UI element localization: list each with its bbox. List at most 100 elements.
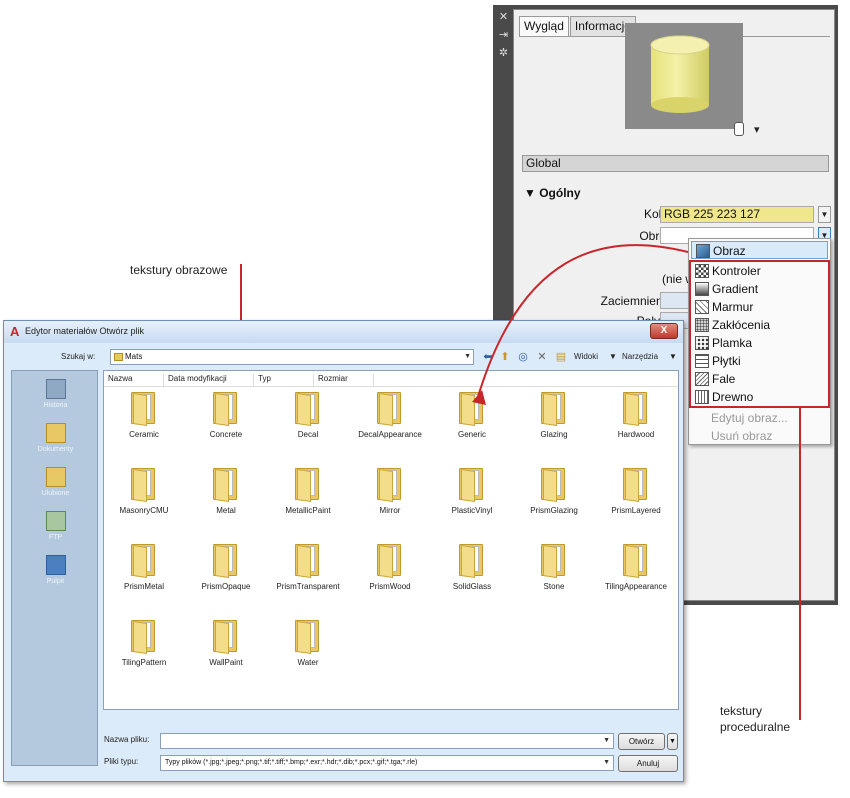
preview-shape-button[interactable]	[734, 122, 744, 136]
menu-item-marmur[interactable]: Marmur	[691, 298, 828, 316]
folder-item[interactable]: PrismGlazing	[514, 465, 594, 521]
place-pulpit[interactable]: Pulpit	[12, 555, 99, 585]
column-nazwa[interactable]: Nazwa	[104, 374, 164, 387]
views-chevron-icon[interactable]: ▼	[609, 352, 617, 361]
place-ulubione[interactable]: Ulubione	[12, 467, 99, 497]
tiles-icon	[695, 354, 709, 368]
section-ogolny[interactable]: ▼ Ogólny	[524, 186, 581, 200]
zaciemnienie-label: Zaciemnienie	[600, 294, 672, 308]
folder-item[interactable]: Ceramic	[104, 389, 184, 445]
cancel-button[interactable]: Anuluj	[618, 755, 678, 772]
file-list: Nazwa Data modyfikacji Typ Rozmiar Ceram…	[103, 370, 679, 710]
column-rozmiar[interactable]: Rozmiar	[314, 374, 374, 387]
folder-icon	[129, 465, 159, 502]
folder-item[interactable]: MasonryCMU	[104, 465, 184, 521]
folder-icon	[375, 389, 405, 426]
place-ftp[interactable]: FTP	[12, 511, 99, 541]
up-folder-icon[interactable]: ⬆	[499, 351, 511, 363]
column-typ[interactable]: Typ	[254, 374, 314, 387]
folder-icon	[293, 389, 323, 426]
folder-item[interactable]: Glazing	[514, 389, 594, 445]
folder-item[interactable]: PlasticVinyl	[432, 465, 512, 521]
open-file-dialog: A Edytor materiałów Otwórz plik X Szukaj…	[3, 320, 684, 782]
folder-icon	[211, 541, 241, 578]
material-name-field[interactable]: Global	[522, 155, 829, 172]
collapse-triangle-icon: ▼	[524, 186, 540, 200]
kolor-field[interactable]: RGB 225 223 127	[660, 206, 814, 223]
folder-item[interactable]: Metal	[186, 465, 266, 521]
settings-icon[interactable]: ✲	[497, 47, 510, 60]
open-button[interactable]: Otwórz	[618, 733, 665, 750]
folder-item[interactable]: Generic	[432, 389, 512, 445]
folder-item[interactable]: Hardwood	[596, 389, 676, 445]
zaciemnienie-field[interactable]	[660, 292, 690, 309]
speckle-icon	[695, 336, 709, 350]
folder-item[interactable]: MetallicPaint	[268, 465, 348, 521]
filename-input[interactable]: ▼	[160, 733, 614, 749]
views-menu[interactable]: Widoki	[574, 352, 598, 361]
place-dokumenty[interactable]: Dokumenty	[12, 423, 99, 453]
folder-name: PlasticVinyl	[451, 506, 493, 515]
folder-item[interactable]: Decal	[268, 389, 348, 445]
folder-name: Ceramic	[129, 430, 159, 439]
folder-icon	[293, 465, 323, 502]
pin-icon[interactable]: ⇥	[497, 29, 510, 42]
folder-icon	[129, 389, 159, 426]
chevron-down-icon[interactable]: ▾	[754, 123, 760, 136]
folder-item[interactable]: TilingAppearance	[596, 541, 676, 597]
delete-icon[interactable]: ✕	[536, 351, 548, 363]
folder-item[interactable]: PrismTransparent	[268, 541, 348, 597]
favorites-icon	[45, 467, 66, 487]
close-button[interactable]: X	[650, 323, 678, 339]
folder-item[interactable]: WallPaint	[186, 617, 266, 673]
folder-name: PrismLayered	[611, 506, 661, 515]
gradient-icon	[695, 282, 709, 296]
folder-item[interactable]: Concrete	[186, 389, 266, 445]
tab-wyglad[interactable]: Wygląd	[519, 16, 569, 37]
menu-item-plamka[interactable]: Plamka	[691, 334, 828, 352]
folder-icon	[129, 617, 159, 654]
menu-item-gradient[interactable]: Gradient	[691, 280, 828, 298]
folder-item[interactable]: PrismMetal	[104, 541, 184, 597]
folder-name: Water	[297, 658, 319, 667]
filetype-select[interactable]: Typy plików (*.jpg;*.jpeg;*.png;*.tif;*.…	[160, 755, 614, 771]
menu-item-zaklocenia[interactable]: Zakłócenia	[691, 316, 828, 334]
folder-item[interactable]: Water	[268, 617, 348, 673]
column-data-modyfikacji[interactable]: Data modyfikacji	[164, 374, 254, 387]
folder-name: Hardwood	[617, 430, 655, 439]
folder-item[interactable]: SolidGlass	[432, 541, 512, 597]
place-historia[interactable]: Historia	[12, 379, 99, 409]
new-folder-icon[interactable]: ▤	[555, 351, 567, 363]
material-preview	[625, 23, 743, 129]
waves-icon	[695, 372, 709, 386]
back-icon[interactable]: ⬅	[482, 351, 494, 363]
place-pulpit-label: Pulpit	[46, 578, 65, 585]
folder-name: SolidGlass	[452, 582, 492, 591]
folder-name: WallPaint	[209, 658, 243, 667]
dialog-title: Edytor materiałów Otwórz plik	[25, 326, 145, 336]
close-icon[interactable]: ✕	[497, 11, 510, 24]
tools-menu[interactable]: Narzędzia	[622, 352, 658, 361]
menu-item-fale[interactable]: Fale	[691, 370, 828, 388]
menu-item-kontroler[interactable]: Kontroler	[691, 262, 828, 280]
folder-item[interactable]: PrismWood	[350, 541, 430, 597]
dialog-toolbar: Szukaj w: Mats ▼ ⬅ ⬆ ◎ ✕ ▤ Widoki ▼ Narz…	[4, 345, 683, 365]
search-web-icon[interactable]: ◎	[517, 351, 529, 363]
tools-chevron-icon[interactable]: ▼	[669, 352, 677, 361]
folder-item[interactable]: TilingPattern	[104, 617, 184, 673]
procedural-textures-callout: tekstury proceduralne	[720, 703, 790, 735]
look-in-combo[interactable]: Mats ▼	[110, 349, 474, 365]
folder-icon	[539, 465, 569, 502]
menu-item-plytki[interactable]: Płytki	[691, 352, 828, 370]
folder-item[interactable]: DecalAppearance	[350, 389, 430, 445]
filetype-value: Typy plików (*.jpg;*.jpeg;*.png;*.tif;*.…	[165, 759, 418, 766]
folder-item[interactable]: PrismOpaque	[186, 541, 266, 597]
kolor-dropdown-button[interactable]: ▼	[818, 206, 831, 223]
open-options-button[interactable]: ▼	[667, 733, 678, 750]
filetype-label: Pliki typu:	[104, 757, 139, 766]
folder-item[interactable]: Stone	[514, 541, 594, 597]
folder-item[interactable]: PrismLayered	[596, 465, 676, 521]
menu-item-drewno[interactable]: Drewno	[691, 388, 828, 406]
folder-item[interactable]: Mirror	[350, 465, 430, 521]
menu-item-obraz[interactable]: Obraz	[691, 241, 828, 259]
